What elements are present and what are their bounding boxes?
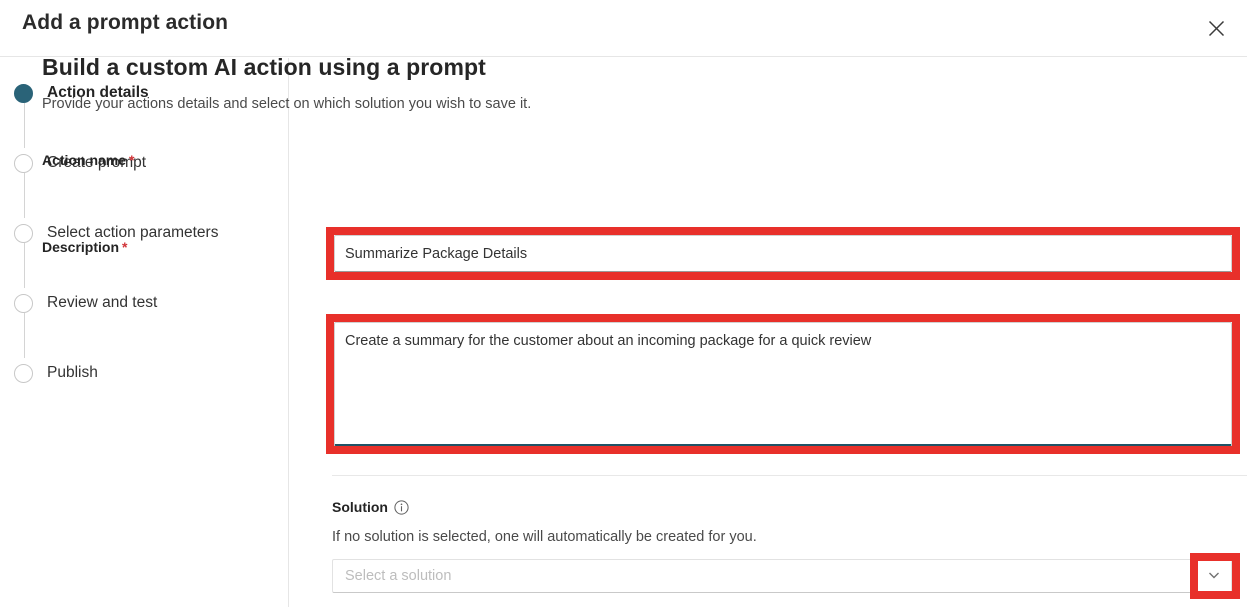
- required-asterisk: *: [129, 152, 135, 168]
- info-icon[interactable]: [394, 499, 409, 515]
- required-asterisk: *: [122, 239, 128, 255]
- description-textarea[interactable]: [334, 322, 1232, 446]
- solution-help-text: If no solution is selected, one will aut…: [332, 529, 757, 545]
- step-bullet-empty-icon: [14, 223, 33, 243]
- wizard-sidebar: Action details Create prompt Select acti…: [0, 58, 289, 607]
- step-connector: [23, 313, 25, 358]
- description-label-text: Description: [42, 239, 120, 255]
- section-divider: [332, 475, 1247, 476]
- step-bullet-empty-icon: [14, 363, 33, 383]
- sidebar-step-review-and-test[interactable]: Review and test: [0, 268, 289, 358]
- chevron-down-icon: [1207, 568, 1221, 585]
- sidebar-step-publish[interactable]: Publish: [0, 338, 289, 408]
- solution-combobox[interactable]: [332, 559, 1232, 593]
- step-label: Publish: [47, 364, 98, 381]
- page-subtitle: Provide your actions details and select …: [42, 96, 532, 112]
- solution-label: Solution: [332, 499, 409, 515]
- action-name-label-text: Action name: [42, 152, 127, 168]
- dialog-header: Add a prompt action: [0, 0, 1247, 57]
- solution-input[interactable]: [332, 559, 1232, 593]
- close-button[interactable]: [1195, 8, 1237, 48]
- solution-label-text: Solution: [332, 499, 388, 515]
- description-label: Description *: [42, 239, 127, 255]
- step-bullet-empty-icon: [14, 153, 33, 173]
- step-bullet-empty-icon: [14, 293, 33, 313]
- close-icon: [1207, 19, 1226, 38]
- step-label: Review and test: [47, 294, 158, 311]
- dialog-title: Add a prompt action: [22, 11, 229, 34]
- step-connector: [23, 243, 25, 288]
- sidebar-step-select-action-parameters[interactable]: Select action parameters: [0, 198, 289, 288]
- dialog-add-prompt-action: Add a prompt action Action details Creat…: [0, 0, 1247, 607]
- step-bullet-filled-icon: [14, 83, 33, 103]
- step-connector: [23, 103, 25, 148]
- action-name-label: Action name *: [42, 152, 134, 168]
- action-name-input[interactable]: [334, 235, 1232, 272]
- step-connector: [23, 173, 25, 218]
- solution-dropdown-button[interactable]: [1197, 560, 1231, 592]
- page-title: Build a custom AI action using a prompt: [42, 54, 486, 80]
